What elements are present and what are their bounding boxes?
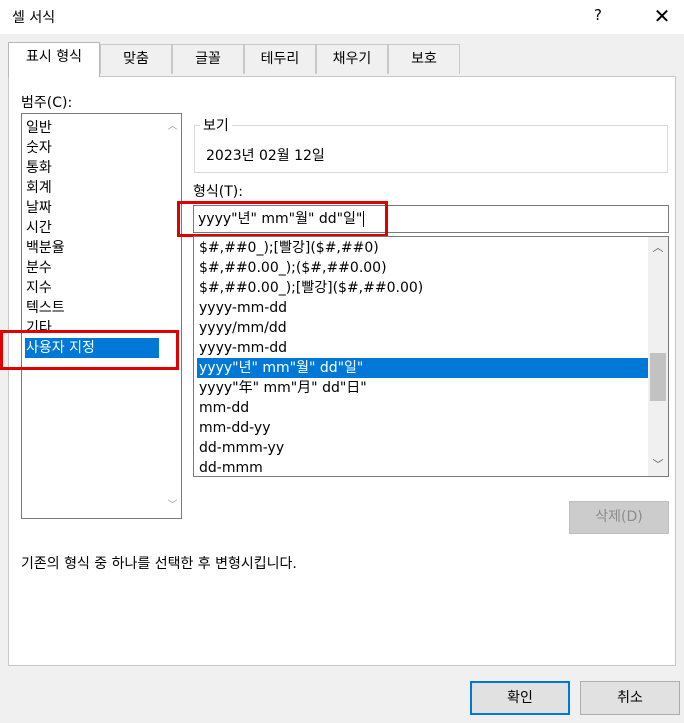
tab-font[interactable]: 글꼴 <box>172 44 244 74</box>
format-list-item[interactable]: yyyy/mm/dd <box>197 318 287 338</box>
scroll-down-icon[interactable]: ﹀ <box>164 497 181 514</box>
scrollbar-thumb[interactable] <box>650 353 666 401</box>
category-item-accounting[interactable]: 회계 <box>25 178 52 198</box>
ok-button[interactable]: 확인 <box>470 681 570 715</box>
category-item-scientific[interactable]: 지수 <box>25 278 52 298</box>
window-title: 셀 서식 <box>12 10 56 26</box>
category-item-time[interactable]: 시간 <box>25 218 52 238</box>
format-list-item-selected[interactable]: yyyy"년" mm"월" dd"일" <box>197 358 648 378</box>
category-list[interactable]: 일반 숫자 통화 회계 날짜 시간 백분율 분수 지수 텍스트 기타 사용자 지… <box>21 113 182 519</box>
format-list-item[interactable]: dd-mmm <box>197 458 263 478</box>
format-list-item[interactable]: $#,##0.00_);($#,##0.00) <box>197 258 387 278</box>
format-list-item[interactable]: $#,##0.00_);[빨강]($#,##0.00) <box>197 278 423 298</box>
tab-number-format[interactable]: 표시 형식 <box>8 42 100 77</box>
category-item-percentage[interactable]: 백분율 <box>25 238 65 258</box>
scroll-up-icon[interactable]: ︿ <box>648 238 668 258</box>
format-list-scrollbar[interactable]: ︿ ﹀ <box>648 237 668 476</box>
help-button[interactable]: ? <box>594 6 602 24</box>
description-text: 기존의 형식 중 하나를 선택한 후 변형시킵니다. <box>21 556 297 572</box>
preview-label: 보기 <box>200 115 232 135</box>
close-icon: ✕ <box>653 4 671 28</box>
close-button[interactable]: ✕ <box>646 1 678 31</box>
format-list-item[interactable]: $#,##0_);[빨강]($#,##0) <box>197 238 379 258</box>
format-list-item[interactable]: dd-mmm-yy <box>197 438 284 458</box>
format-label: 형식(T): <box>193 184 243 200</box>
format-list-item[interactable]: mm-dd <box>197 398 249 418</box>
cancel-button[interactable]: 취소 <box>580 681 680 715</box>
format-list[interactable]: $#,##0_);[빨강]($#,##0) $#,##0.00_);($#,##… <box>193 236 669 477</box>
category-item-number[interactable]: 숫자 <box>25 138 52 158</box>
category-label: 범주(C): <box>21 95 73 111</box>
tab-border[interactable]: 테두리 <box>244 44 316 74</box>
preview-value: 2023년 02월 12일 <box>206 148 325 164</box>
format-list-item[interactable]: mm-dd-yy <box>197 418 270 438</box>
scroll-up-icon[interactable]: ︿ <box>164 118 181 135</box>
category-scrollbar[interactable]: ︿ ﹀ <box>164 114 181 518</box>
format-list-item[interactable]: yyyy-mm-dd <box>197 298 287 318</box>
category-item-date[interactable]: 날짜 <box>25 198 52 218</box>
format-list-item[interactable]: yyyy-mm-dd <box>197 338 287 358</box>
tab-fill[interactable]: 채우기 <box>316 44 388 74</box>
scroll-down-icon[interactable]: ﹀ <box>648 455 668 475</box>
format-list-item[interactable]: yyyy"年" mm"月" dd"日" <box>197 378 367 398</box>
tab-alignment[interactable]: 맞춤 <box>100 44 172 74</box>
category-item-currency[interactable]: 통화 <box>25 158 52 178</box>
category-item-general[interactable]: 일반 <box>25 118 52 138</box>
tab-protection[interactable]: 보호 <box>388 44 460 74</box>
highlight-box-format <box>177 201 388 237</box>
delete-button[interactable]: 삭제(D) <box>569 501 669 534</box>
highlight-box-custom <box>0 330 179 370</box>
category-item-text[interactable]: 텍스트 <box>25 298 65 318</box>
category-item-fraction[interactable]: 분수 <box>25 258 52 278</box>
title-bar <box>0 0 684 34</box>
